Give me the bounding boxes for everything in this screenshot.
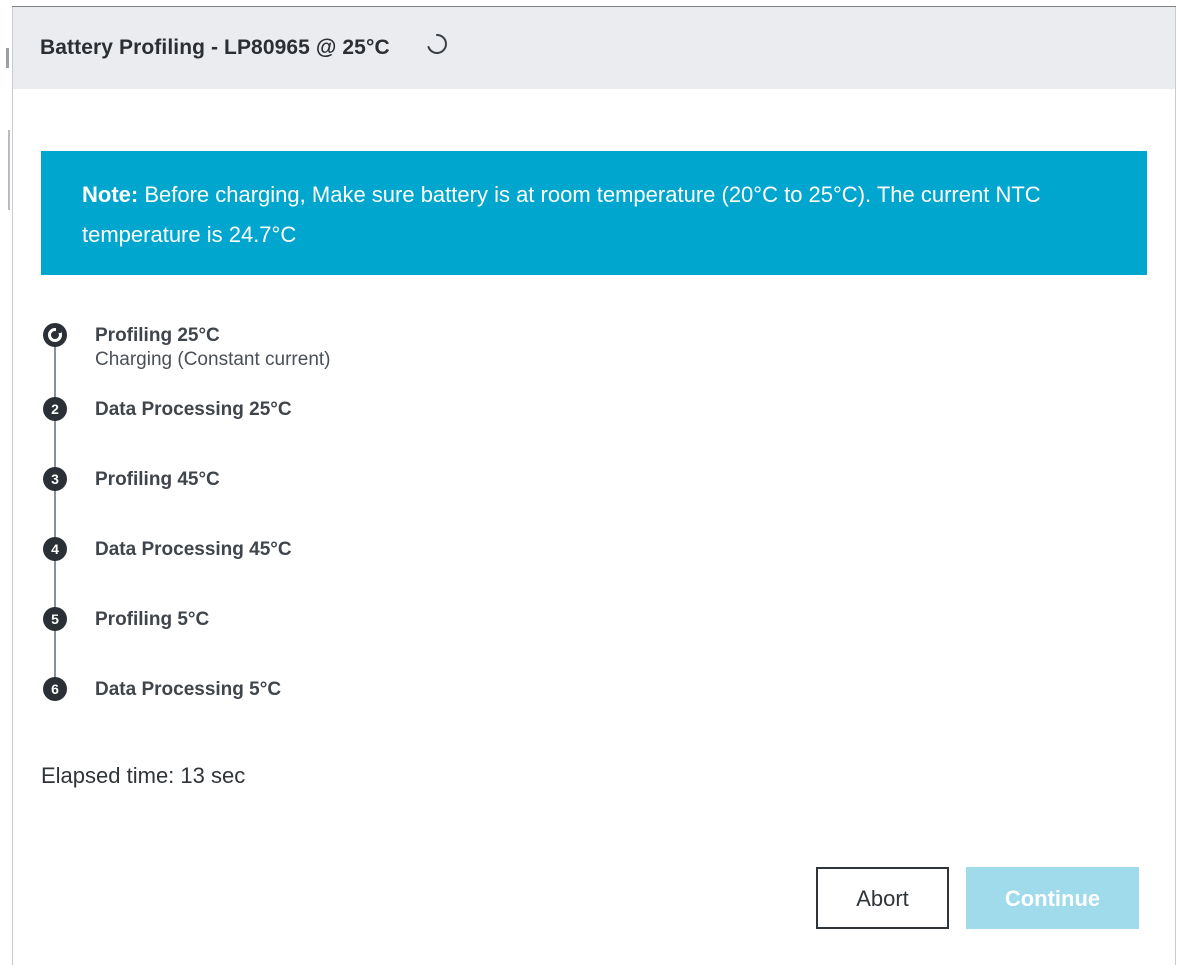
battery-profiling-dialog: Battery Profiling - LP80965 @ 25°C Note:… (12, 7, 1176, 965)
elapsed-time: Elapsed time: 13 sec (41, 763, 246, 788)
step-label: Profiling 5°C (95, 609, 210, 630)
continue-button[interactable]: Continue (966, 867, 1139, 929)
step-label: Data Processing 5°C (95, 679, 282, 700)
dialog-header: Battery Profiling - LP80965 @ 25°C (13, 7, 1175, 89)
note-banner: Note: Before charging, Make sure battery… (41, 151, 1147, 275)
background-window-edge (0, 0, 12, 965)
progress-ring-gap (56, 327, 61, 333)
step-number-badge: 2 (43, 397, 67, 421)
progress-ring-icon (43, 323, 67, 347)
loading-spinner-icon (427, 34, 447, 54)
step-profiling-25c: Profiling 25°C Charging (Constant curren… (41, 319, 641, 370)
step-profiling-5c: 5 Profiling 5°C (41, 603, 641, 653)
background-divider-mark (8, 130, 10, 210)
note-text: Before charging, Make sure battery is at… (82, 182, 1041, 247)
step-number-badge: 4 (43, 537, 67, 561)
step-number-badge: 3 (43, 467, 67, 491)
app-window: Battery Profiling - LP80965 @ 25°C Note:… (0, 0, 1179, 965)
step-label: Data Processing 45°C (95, 539, 292, 560)
dialog-title: Battery Profiling - LP80965 @ 25°C (40, 36, 390, 59)
step-data-processing-5c: 6 Data Processing 5°C (41, 673, 641, 723)
profiling-stepper: Profiling 25°C Charging (Constant curren… (41, 319, 641, 701)
step-number-badge: 6 (43, 677, 67, 701)
step-sublabel: Charging (Constant current) (95, 349, 331, 370)
step-label: Profiling 45°C (95, 469, 220, 490)
note-prefix: Note: (82, 182, 139, 207)
step-number-badge: 5 (43, 607, 67, 631)
step-label: Profiling 25°C (95, 325, 220, 346)
background-scroll-mark (6, 48, 9, 68)
step-profiling-45c: 3 Profiling 45°C (41, 463, 641, 513)
step-data-processing-25c: 2 Data Processing 25°C (41, 393, 641, 443)
abort-button[interactable]: Abort (816, 867, 949, 929)
step-label: Data Processing 25°C (95, 399, 292, 420)
step-data-processing-45c: 4 Data Processing 45°C (41, 533, 641, 583)
